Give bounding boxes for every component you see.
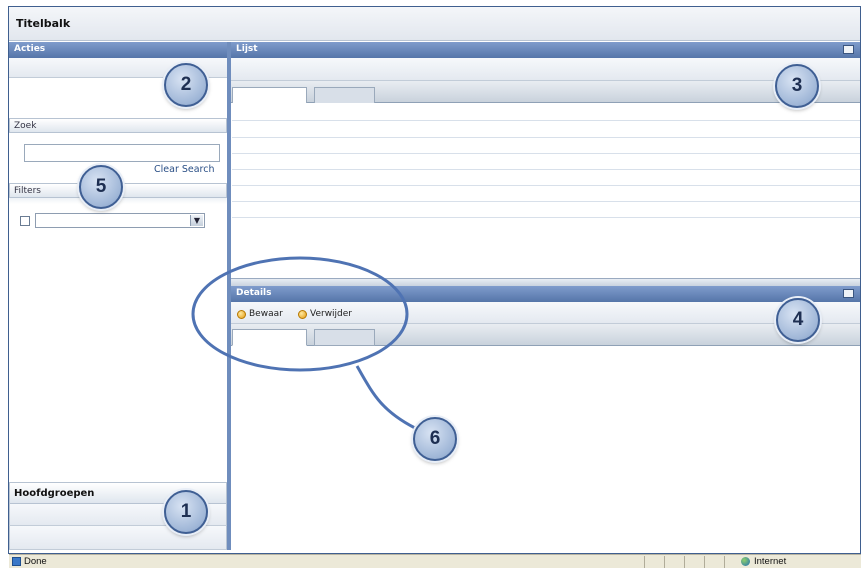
status-cell: [644, 556, 665, 568]
callout-4: 4: [776, 298, 820, 342]
status-bar: Done Internet: [9, 554, 861, 568]
annotation-connector: [355, 365, 416, 430]
status-zone-label: Internet: [754, 556, 787, 567]
callout-6: 6: [413, 417, 457, 461]
callout-1: 1: [164, 490, 208, 534]
callout-3: 3: [775, 64, 819, 108]
globe-icon: [741, 557, 750, 566]
callout-2: 2: [164, 63, 208, 107]
annotation-ring: [191, 256, 409, 372]
callout-5: 5: [79, 165, 123, 209]
status-zone: Internet: [724, 556, 861, 568]
status-cell: [664, 556, 685, 568]
status-cell: [684, 556, 705, 568]
page-icon: [12, 557, 21, 566]
status-text: Done: [24, 556, 47, 567]
annotation-overlay: [191, 256, 416, 430]
status-cell: [704, 556, 725, 568]
